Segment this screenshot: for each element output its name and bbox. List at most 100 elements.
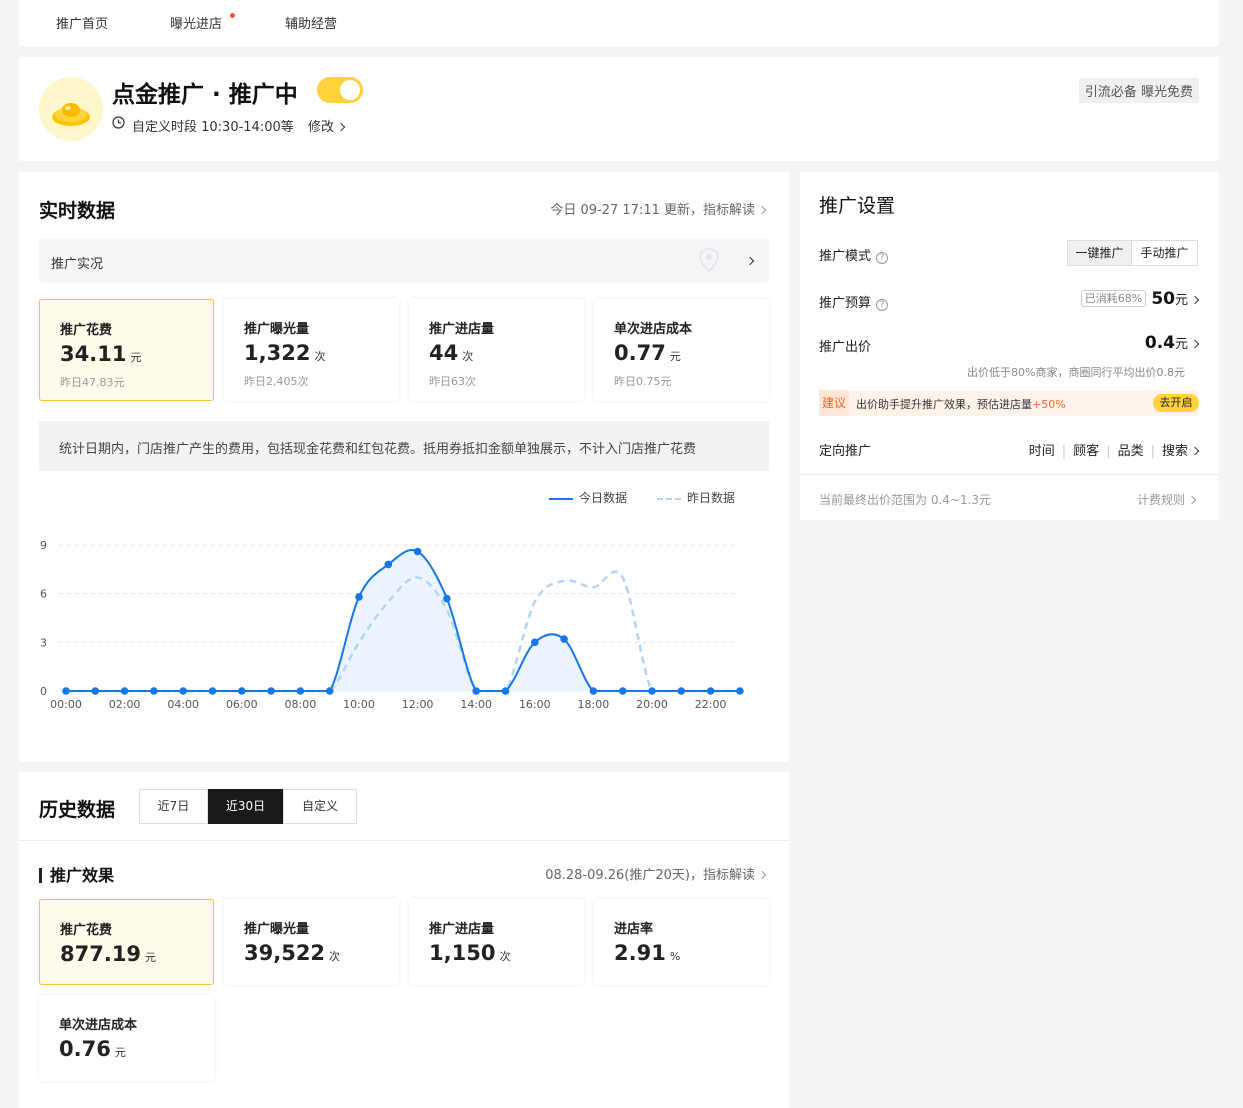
budget-unit: 元	[1174, 293, 1188, 308]
series-today-point	[618, 687, 627, 695]
stat-label: 推广进店量	[429, 322, 495, 337]
nav-tab-exposure[interactable]: 曝光进店	[170, 13, 222, 32]
help-icon[interactable]: ?	[876, 252, 889, 264]
bid-setting[interactable]: 0.4元	[1144, 333, 1200, 353]
help-icon[interactable]: ?	[876, 299, 889, 311]
stat-value: 1,150 次	[429, 941, 511, 965]
legend-yesterday: 昨日数据	[657, 489, 735, 506]
top-nav: 推广首页 曝光进店 辅助经营	[19, 0, 1219, 46]
modify-link[interactable]: 修改	[308, 116, 346, 135]
stat-prev: 昨日63次	[429, 375, 476, 388]
stat-card-spend[interactable]: 推广花费 34.11 元 昨日47.83元	[39, 299, 214, 401]
stat-label: 进店率	[614, 922, 654, 937]
hist-stat-visit-rate[interactable]: 进店率 2.91%	[594, 899, 769, 985]
y-tick-label: 0	[40, 685, 47, 698]
stat-value: 44 次	[429, 341, 474, 365]
map-pin-icon	[698, 247, 720, 273]
chevron-right-icon	[1190, 446, 1200, 456]
series-today-point	[472, 687, 481, 695]
billing-rule-link[interactable]: 计费规则	[1137, 491, 1197, 508]
x-tick-label: 22:00	[695, 698, 727, 711]
tab-custom[interactable]: 自定义	[283, 789, 357, 824]
stat-label: 推广进店量	[429, 922, 495, 937]
live-status-row[interactable]: 推广实况	[39, 239, 769, 283]
stat-value: 2.91%	[614, 941, 681, 965]
stat-value: 0.77 元	[614, 341, 681, 365]
suggest-text: 出价助手提升推广效果，预估进店量+50%	[856, 398, 1066, 411]
x-tick-label: 18:00	[578, 698, 610, 711]
indicator-guide-link[interactable]: 今日 09-27 17:11 更新，指标解读	[550, 199, 767, 218]
hist-stat-cost-per-visit[interactable]: 单次进店成本 0.76 元	[39, 995, 214, 1081]
stat-prev: 昨日47.83元	[60, 376, 125, 389]
target-customer[interactable]: 顾客	[1073, 444, 1099, 459]
history-guide-link[interactable]: 08.28-09.26(推广20天)，指标解读	[545, 864, 767, 883]
series-today-point	[413, 547, 422, 556]
targeting-options[interactable]: 时间 | 顾客 | 品类 | 搜索	[1029, 440, 1200, 459]
series-today-point	[589, 687, 598, 695]
promotion-header: 点金推广 · 推广中 自定义时段 10:30-14:00等 修改 引流必备 曝光…	[19, 57, 1219, 161]
schedule-text: 自定义时段 10:30-14:00等	[132, 120, 294, 135]
metric-note: 统计日期内，门店推广产生的费用，包括现金花费和红包花费。抵用券抵扣金额单独展示，…	[39, 421, 769, 471]
series-today-point	[384, 560, 393, 569]
chevron-right-icon	[1190, 339, 1200, 349]
tab-7-days[interactable]: 近7日	[139, 789, 208, 824]
series-today-point	[706, 687, 715, 695]
y-tick-label: 9	[40, 539, 47, 552]
clock-icon	[112, 116, 125, 131]
divider	[19, 840, 789, 841]
suggest-banner: 建议 出价助手提升推广效果，预估进店量+50% 去开启	[819, 390, 1199, 416]
suggest-tag: 建议	[819, 390, 849, 416]
series-today-point	[150, 687, 158, 695]
chevron-right-icon	[1187, 495, 1197, 505]
series-today-point	[677, 687, 686, 695]
tab-30-days[interactable]: 近30日	[208, 789, 283, 824]
stat-value: 39,522 次	[244, 941, 341, 965]
realtime-panel: 实时数据 今日 09-27 17:11 更新，指标解读 推广实况 推广花费 34…	[19, 172, 789, 762]
mode-manual[interactable]: 手动推广	[1131, 240, 1198, 266]
stat-value: 0.76 元	[59, 1037, 126, 1061]
mode-one-click[interactable]: 一键推广	[1067, 240, 1132, 266]
stat-prev: 昨日2,405次	[244, 375, 309, 388]
stat-card-visits[interactable]: 推广进店量 44 次 昨日63次	[409, 299, 584, 401]
stat-prev: 昨日0.75元	[614, 375, 672, 388]
series-today-area	[66, 549, 740, 691]
target-time[interactable]: 时间	[1029, 444, 1055, 459]
mode-label: 推广模式?	[819, 245, 889, 264]
x-tick-label: 08:00	[285, 698, 317, 711]
promotion-toggle[interactable]	[317, 77, 363, 103]
stat-label: 推广花费	[60, 323, 113, 338]
series-today-point	[531, 638, 539, 647]
hist-stat-visits[interactable]: 推广进店量 1,150 次	[409, 899, 584, 985]
realtime-line-chart: 0 3 6 9 00:00 02:00 04:00 06:00 08:00 10:00 12:00 1…	[40, 539, 744, 711]
target-search[interactable]: 搜索	[1162, 444, 1188, 459]
series-today-point	[208, 687, 217, 695]
target-category[interactable]: 品类	[1118, 444, 1144, 459]
bid-value: 0.4	[1144, 333, 1175, 353]
series-today-point	[648, 687, 656, 695]
stat-value: 877.19 元	[60, 942, 157, 966]
stat-card-cost-per-visit[interactable]: 单次进店成本 0.77 元 昨日0.75元	[594, 299, 769, 401]
stat-label: 推广花费	[60, 923, 113, 938]
enable-assistant-button[interactable]: 去开启	[1153, 394, 1199, 412]
series-today-point	[267, 687, 275, 695]
x-tick-label: 12:00	[402, 698, 434, 711]
stat-value: 34.11 元	[60, 342, 142, 366]
y-tick-label: 6	[40, 588, 47, 601]
series-today-point	[238, 687, 246, 695]
realtime-title: 实时数据	[39, 200, 116, 222]
nav-tab-assist[interactable]: 辅助经营	[285, 13, 337, 32]
budget-setting[interactable]: 已消耗68% 50元	[1080, 289, 1200, 309]
series-today-point	[91, 687, 100, 695]
nav-tab-home[interactable]: 推广首页	[56, 13, 108, 32]
stat-label: 单次进店成本	[614, 322, 693, 337]
budget-label: 推广预算?	[819, 292, 889, 311]
x-tick-label: 10:00	[343, 698, 375, 711]
x-tick-label: 04:00	[167, 698, 199, 711]
bid-unit: 元	[1174, 337, 1188, 352]
hist-stat-spend[interactable]: 推广花费 877.19 元	[39, 899, 214, 985]
series-today-point	[736, 687, 744, 695]
hist-stat-exposure[interactable]: 推广曝光量 39,522 次	[224, 899, 399, 985]
series-today-point	[325, 687, 334, 695]
divider	[800, 474, 1219, 475]
stat-card-exposure[interactable]: 推广曝光量 1,322 次 昨日2,405次	[224, 299, 399, 401]
